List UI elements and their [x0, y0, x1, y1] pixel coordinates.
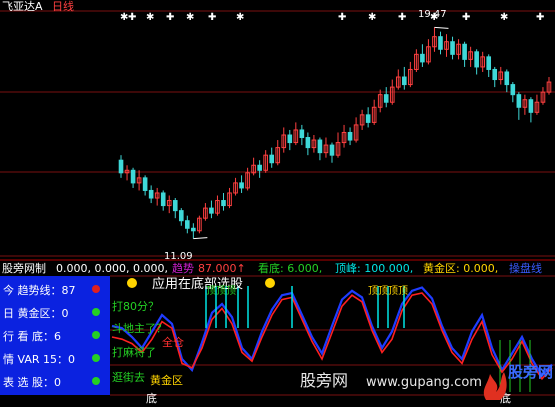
annotation-5: 全仓	[162, 336, 184, 349]
star-marker: ✱	[236, 12, 244, 23]
indicator-prefix: 股旁网制	[2, 262, 46, 275]
candle-body	[528, 99, 534, 113]
candle-body	[239, 182, 244, 189]
candle-body	[462, 43, 467, 60]
candle-body	[474, 51, 479, 68]
ding-labels: 顶顶顶顶	[368, 286, 408, 297]
candle-body	[402, 76, 407, 86]
high-pointer	[434, 26, 449, 29]
status-dot-red	[92, 285, 100, 293]
candle-body	[172, 200, 178, 212]
candle-body	[510, 84, 516, 96]
watermark-text: 股旁网	[300, 371, 349, 390]
candle-body	[269, 154, 275, 164]
candle-body	[516, 94, 522, 108]
candle-body	[257, 164, 262, 171]
status-dot-green	[92, 377, 100, 385]
trend-value: 87.000↑	[198, 262, 246, 275]
high-price-label: 19.47	[418, 9, 447, 20]
star-marker: ✱	[186, 12, 194, 23]
kan-di-value: 看底: 6.000,	[258, 262, 323, 275]
cao-pan-label: 操盘线	[509, 262, 542, 275]
candle-body	[118, 159, 124, 174]
low-pointer	[193, 237, 208, 240]
annotation-4: 逛街去	[112, 371, 145, 384]
candle-body	[504, 71, 510, 86]
panel-row-var15: 情 VAR 15：0	[0, 347, 110, 369]
panel-row-label: 行 看 底：6	[3, 330, 61, 343]
candle-body	[492, 68, 498, 81]
panel-row-kandi: 行 看 底：6	[0, 324, 110, 346]
logo-text: 股旁网	[508, 363, 554, 381]
status-dot-green	[92, 308, 100, 316]
candle-body	[486, 56, 492, 70]
panel-row-trend: 今 趋势线：87	[0, 278, 110, 300]
candle-body	[130, 169, 136, 184]
star-marker: ✚	[338, 12, 346, 23]
panel-row-label: 表 选 股：0	[3, 376, 61, 389]
huang-jin-value: 黄金区: 0.000,	[423, 262, 499, 275]
period-label: 日线	[52, 0, 74, 13]
bottom-label: 底	[146, 392, 157, 405]
star-marker: ✱	[368, 12, 376, 23]
candle-body	[450, 41, 455, 55]
star-marker: ✚	[462, 12, 470, 23]
candle-body	[438, 36, 443, 50]
star-marker: ✱	[500, 12, 508, 23]
status-dot-green	[92, 331, 100, 339]
watermark-url: www.gupang.com	[366, 375, 482, 390]
candle-body	[209, 207, 214, 214]
candle-body	[287, 134, 293, 144]
panel-row-label: 情 VAR 15：0	[3, 353, 75, 366]
candle-body	[365, 114, 371, 123]
ding-feng-value: 顶峰: 100.000,	[335, 262, 414, 275]
star-marker: ✚	[208, 12, 216, 23]
signal-dot	[127, 278, 137, 288]
signal-dot	[265, 278, 275, 288]
star-marker: ✚	[128, 12, 136, 23]
indicator-values: 0.000, 0.000, 0.000,	[56, 262, 168, 275]
panel-row-label: 日 黄金区：0	[3, 307, 69, 320]
gold-zone-label: 黄金区	[150, 374, 183, 387]
candle-body	[178, 210, 184, 222]
candle-body	[299, 129, 305, 139]
star-marker: ✱	[146, 12, 154, 23]
star-marker: ✚	[536, 12, 544, 23]
ding-labels-2: 顶顶顶	[206, 286, 236, 297]
candle-body	[142, 177, 148, 191]
info-panel: 今 趋势线：87 日 黄金区：0 行 看 底：6 情 VAR 15：0 表 选 …	[0, 276, 110, 395]
panel-row-gold: 日 黄金区：0	[0, 301, 110, 323]
annotation-3: 打麻将了	[112, 346, 156, 359]
candle-body	[148, 189, 154, 199]
candle-body	[317, 139, 323, 154]
star-marker: ✚	[166, 12, 174, 23]
annotation-2: 斗地主了？	[112, 322, 167, 335]
panel-row-label: 今 趋势线：87	[3, 284, 76, 297]
status-dot-green	[92, 354, 100, 362]
candle-body	[420, 53, 425, 63]
trend-label: 趋势	[172, 262, 194, 275]
candle-body	[329, 144, 335, 156]
candle-body	[347, 131, 353, 141]
candle-body	[185, 220, 190, 229]
candle-body	[305, 137, 311, 149]
candle-body	[383, 94, 389, 103]
annotation-1: 打80分？	[112, 300, 159, 313]
site-logo: 股旁网	[478, 362, 554, 402]
panel-row-select: 表 选 股：0	[0, 370, 110, 392]
star-marker: ✚	[398, 12, 406, 23]
candle-body	[221, 200, 226, 207]
candle-body	[160, 192, 166, 207]
candle-body	[191, 227, 196, 232]
stock-name: 飞亚达A	[2, 0, 43, 13]
